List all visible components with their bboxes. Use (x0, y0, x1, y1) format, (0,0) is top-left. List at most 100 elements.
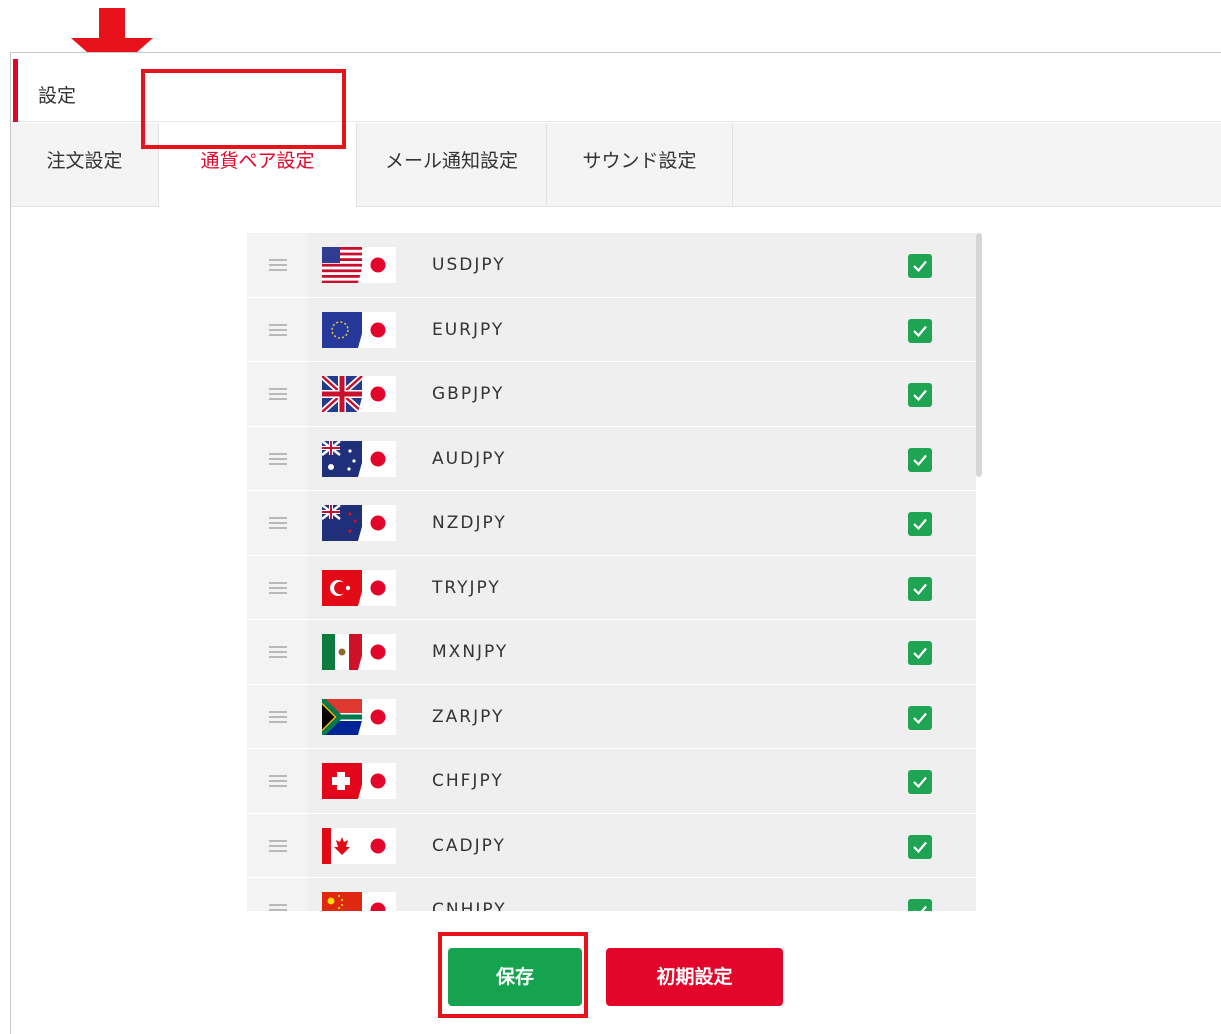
pair-cell: TRYJPY (308, 555, 976, 619)
tab-order-settings[interactable]: 注文設定 (11, 123, 159, 207)
save-button[interactable]: 保存 (448, 948, 582, 1006)
tab-currency-pair-settings[interactable]: 通貨ペア設定 (159, 123, 357, 207)
panel-title: 設定 (38, 85, 77, 107)
jp-flag-icon (370, 580, 386, 595)
ca-flag-icon (322, 827, 396, 864)
checkmark-icon (913, 583, 927, 595)
drag-handle-cell[interactable] (247, 491, 308, 555)
pair-cell: EURJPY (308, 297, 976, 361)
currency-pair-row[interactable]: AUDJPY (247, 426, 987, 491)
pair-cell: ZARJPY (308, 684, 976, 748)
pair-code: AUDJPY (432, 448, 507, 469)
za-flag-icon (322, 698, 396, 735)
drag-handle-cell[interactable] (247, 813, 308, 877)
jp-flag-icon (370, 451, 386, 466)
visible-checkbox[interactable] (908, 512, 932, 536)
drag-handle-cell[interactable] (247, 233, 308, 297)
currency-pair-row[interactable]: USDJPY (247, 233, 987, 298)
jp-flag-icon (370, 257, 386, 273)
drag-handle-cell[interactable] (247, 749, 308, 813)
pair-code: USDJPY (432, 255, 506, 275)
nz-flag-icon (322, 505, 396, 541)
visible-checkbox[interactable] (908, 383, 932, 407)
drag-handle-icon[interactable] (269, 775, 287, 787)
pair-code: CNHJPY (432, 900, 507, 911)
tr-flag-icon (322, 569, 396, 606)
currency-pair-row[interactable]: ZARJPY (247, 684, 987, 749)
header-accent-bar (13, 59, 18, 122)
currency-pair-row[interactable]: EURJPY (247, 297, 987, 362)
jp-flag-icon (370, 838, 386, 853)
us-flag-icon (322, 247, 396, 283)
jp-flag-icon (370, 709, 386, 724)
visible-checkbox[interactable] (908, 447, 932, 472)
panel-header: 設定 (11, 59, 1221, 122)
checkmark-icon (913, 325, 927, 337)
pair-cell: MXNJPY (308, 620, 976, 684)
pair-cell: USDJPY (308, 233, 976, 297)
visible-checkbox[interactable] (908, 770, 932, 794)
visible-checkbox[interactable] (908, 834, 932, 859)
drag-handle-icon[interactable] (269, 517, 287, 529)
pair-cell: CHFJPY (308, 749, 976, 813)
pair-code: EURJPY (432, 319, 505, 340)
list-scrollbar[interactable] (976, 233, 982, 477)
drag-handle-icon[interactable] (269, 452, 287, 465)
currency-pair-row[interactable]: CNHJPY (247, 878, 987, 911)
drag-handle-cell[interactable] (247, 426, 308, 490)
jp-flag-icon (370, 322, 386, 337)
currency-pair-row[interactable]: GBPJPY (247, 362, 987, 427)
pair-code: ZARJPY (432, 706, 505, 727)
drag-handle-cell[interactable] (247, 684, 308, 748)
pair-code: TRYJPY (432, 577, 501, 598)
checkmark-icon (913, 389, 927, 402)
checkmark-icon (913, 260, 927, 273)
drag-handle-icon[interactable] (269, 839, 287, 852)
drag-handle-icon[interactable] (269, 904, 287, 911)
currency-pair-row[interactable]: MXNJPY (247, 620, 987, 685)
visible-checkbox[interactable] (908, 641, 932, 665)
currency-pair-list[interactable]: USDJPY EURJPY GBPJPY AUDJPY NZDJPY TRYJPY MXNJ… (247, 233, 987, 911)
pair-code: MXNJPY (432, 642, 509, 662)
tab-bar: 注文設定 通貨ペア設定 メール通知設定 サウンド設定 (11, 123, 1221, 207)
pair-code: NZDJPY (432, 513, 507, 533)
drag-handle-icon[interactable] (269, 646, 287, 658)
visible-checkbox[interactable] (908, 318, 932, 343)
pair-cell: GBPJPY (308, 362, 976, 426)
pair-code: CADJPY (432, 835, 506, 856)
jp-flag-icon (370, 644, 386, 660)
checkmark-icon (914, 905, 927, 911)
eu-flag-icon (322, 311, 396, 348)
jp-flag-icon (370, 773, 386, 789)
drag-handle-cell[interactable] (247, 620, 308, 684)
checkmark-icon (913, 712, 927, 724)
visible-checkbox[interactable] (908, 576, 932, 601)
drag-handle-icon[interactable] (269, 581, 287, 594)
currency-pair-row[interactable]: NZDJPY (247, 491, 987, 556)
visible-checkbox[interactable] (908, 899, 932, 911)
drag-handle-icon[interactable] (269, 388, 287, 400)
currency-pair-row[interactable]: CHFJPY (247, 749, 987, 814)
au-flag-icon (322, 440, 396, 477)
drag-handle-cell[interactable] (247, 878, 308, 911)
pair-code: CHFJPY (432, 771, 504, 791)
drag-handle-icon[interactable] (269, 323, 287, 336)
jp-flag-icon (370, 386, 386, 402)
checkmark-icon (913, 454, 927, 466)
drag-handle-cell[interactable] (247, 362, 308, 426)
currency-pair-row[interactable]: CADJPY (247, 813, 987, 878)
checkmark-icon (913, 518, 927, 531)
currency-pair-row[interactable]: TRYJPY (247, 555, 987, 620)
checkmark-icon (913, 647, 927, 660)
tab-mail-notification-settings[interactable]: メール通知設定 (357, 123, 547, 207)
reset-defaults-button[interactable]: 初期設定 (606, 948, 783, 1006)
drag-handle-cell[interactable] (247, 297, 308, 361)
drag-handle-cell[interactable] (247, 555, 308, 619)
drag-handle-icon[interactable] (269, 710, 287, 723)
visible-checkbox[interactable] (908, 705, 932, 730)
pair-code: GBPJPY (432, 384, 505, 404)
cn-flag-icon (322, 892, 396, 911)
visible-checkbox[interactable] (908, 254, 932, 278)
drag-handle-icon[interactable] (269, 259, 287, 271)
tab-sound-settings[interactable]: サウンド設定 (547, 123, 733, 207)
